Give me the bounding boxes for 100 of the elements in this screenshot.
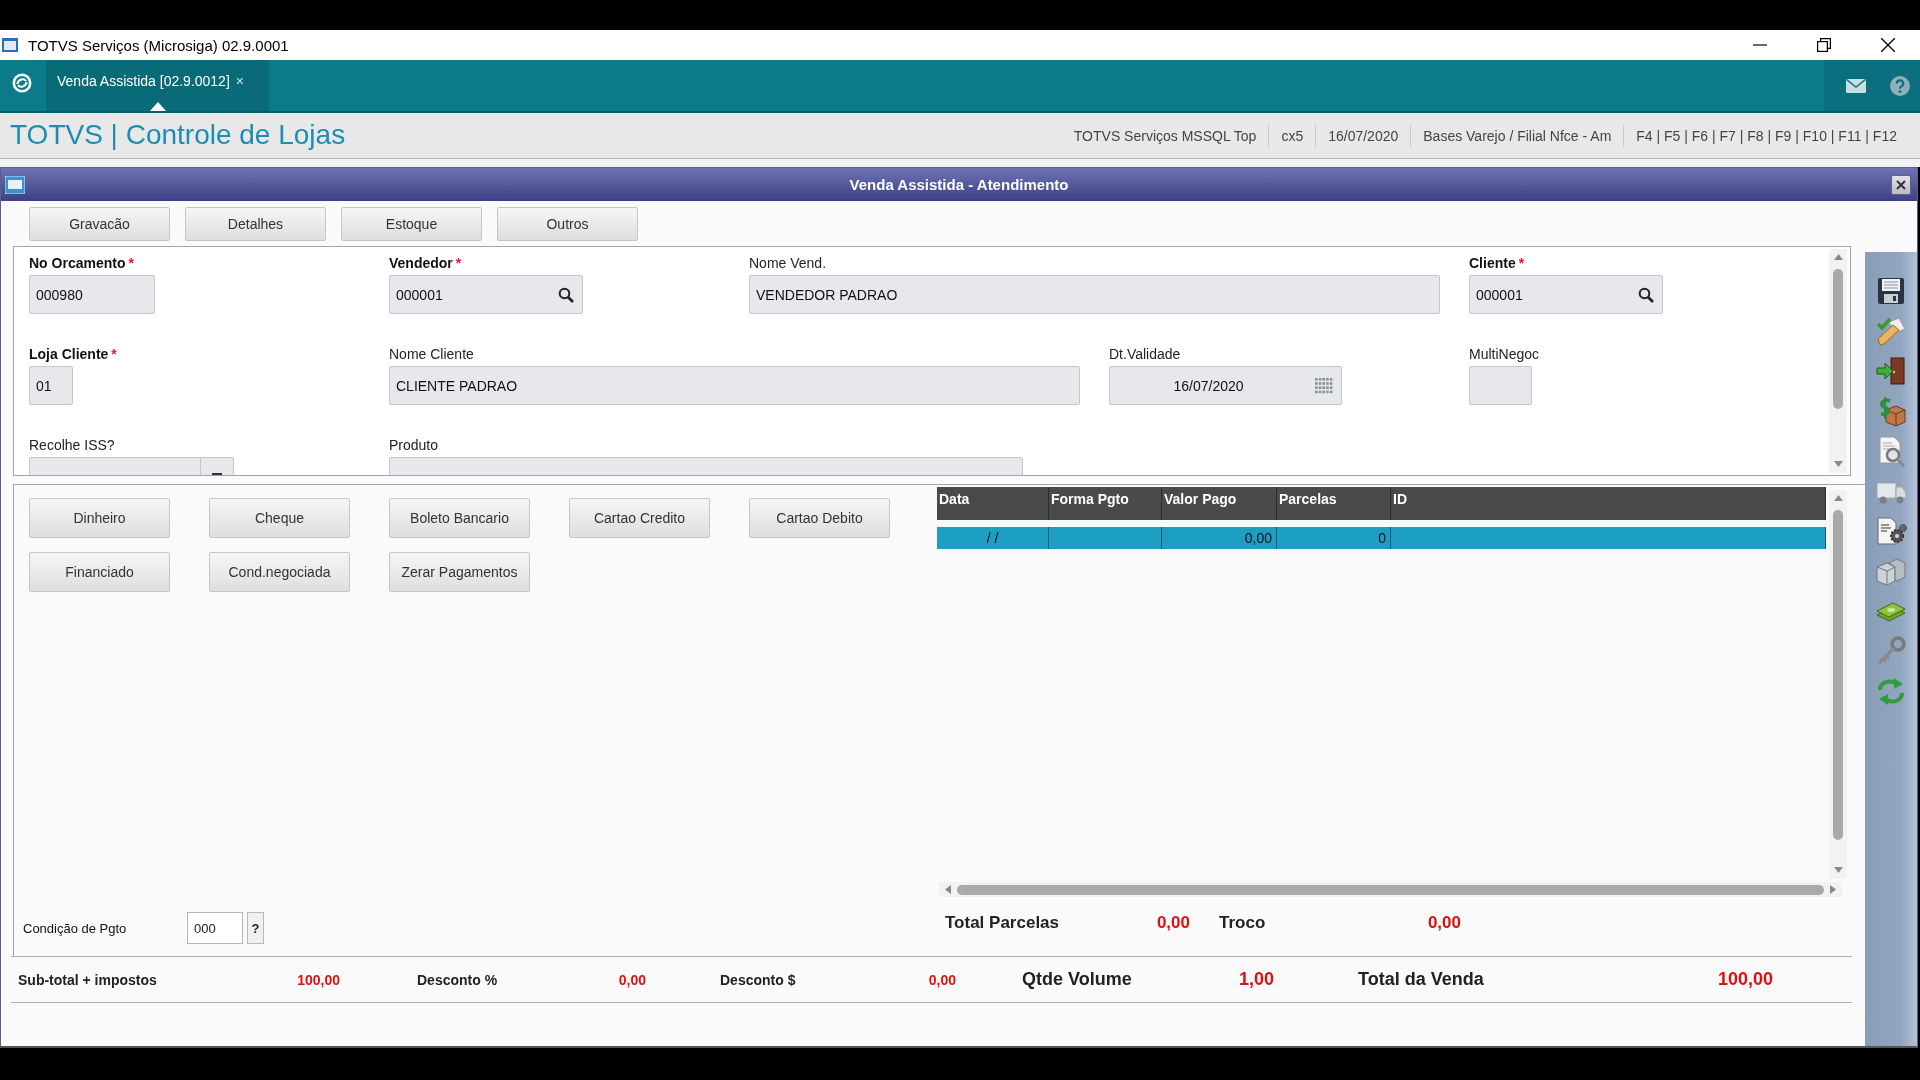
field-label: MultiNegoc — [1469, 346, 1540, 362]
column-header: Parcelas — [1277, 487, 1391, 520]
tab-close-button[interactable]: × — [235, 73, 244, 89]
table-cell: / / — [937, 527, 1049, 549]
table-cell: 0,00 — [1162, 527, 1277, 549]
field-label: Cliente — [1469, 255, 1516, 271]
lookup-field[interactable]: 000001 — [389, 275, 583, 314]
field-label: Vendedor — [389, 255, 453, 271]
dropdown-icon — [212, 472, 222, 475]
scroll-down-icon[interactable] — [1833, 867, 1843, 873]
window-title: TOTVS Serviços (Microsiga) 02.9.0001 — [28, 36, 289, 54]
text-field[interactable]: 01 — [29, 366, 73, 405]
app-title: TOTVS | Controle de Lojas — [10, 118, 346, 152]
total-value: 0,00 — [1156, 913, 1190, 933]
door-arrow-icon[interactable] — [1875, 355, 1907, 387]
scroll-right-icon[interactable] — [1830, 885, 1836, 894]
summary-label: Desconto $ — [720, 971, 796, 988]
pencil-check-icon[interactable] — [1875, 315, 1907, 347]
summary-label: Sub-total + impostos — [18, 971, 157, 988]
search-icon[interactable] — [558, 287, 574, 303]
help-button[interactable]: ? — [247, 912, 264, 944]
condition-label: Condição de Pgto — [23, 920, 128, 936]
field-label: No Orcamento — [29, 255, 126, 271]
condition-field[interactable]: 000 — [187, 912, 243, 944]
payment-button[interactable]: Zerar Pagamentos — [389, 552, 530, 592]
text-field[interactable] — [1469, 366, 1532, 405]
scrollbar-thumb[interactable] — [1833, 510, 1843, 840]
column-header: ID — [1391, 487, 1826, 520]
header-info: 16/07/2020 — [1315, 124, 1411, 147]
scroll-left-icon[interactable] — [945, 885, 951, 894]
field-label: Recolhe ISS? — [29, 437, 115, 453]
field-label: Nome Vend. — [749, 255, 827, 271]
restore-icon[interactable] — [1817, 38, 1831, 52]
lookup-field[interactable]: 000001 — [1469, 275, 1663, 314]
close-icon[interactable] — [1896, 179, 1906, 190]
summary-value: 100,00 — [1717, 969, 1773, 990]
vertical-scrollbar[interactable] — [1829, 490, 1847, 879]
summary-value: 0,00 — [618, 971, 646, 988]
calendar-icon[interactable] — [1315, 378, 1333, 394]
column-header: Valor Pago — [1162, 487, 1277, 520]
payment-button[interactable]: Cartao Debito — [749, 498, 890, 538]
document-gear-icon[interactable] — [1875, 515, 1907, 547]
action-button[interactable]: Detalhes — [185, 207, 326, 241]
total-label: Troco — [1219, 913, 1266, 933]
field-label: Nome Cliente — [389, 346, 474, 362]
summary-value: 100,00 — [297, 971, 340, 988]
scroll-up-icon[interactable] — [1833, 495, 1843, 501]
required-mark: * — [1518, 255, 1525, 271]
window-icon — [5, 175, 25, 194]
text-field[interactable]: VENDEDOR PADRAO — [749, 275, 1440, 314]
payment-button[interactable]: Cond.negociada — [209, 552, 350, 592]
date-field[interactable]: 16/07/2020 — [1109, 366, 1342, 405]
scrollbar-thumb[interactable] — [957, 884, 1824, 895]
payment-button[interactable]: Cartao Credito — [569, 498, 710, 538]
close-icon[interactable] — [1881, 38, 1895, 52]
scroll-up-icon[interactable] — [1833, 254, 1843, 260]
payment-button[interactable]: Boleto Bancario — [389, 498, 530, 538]
total-value: 0,00 — [1427, 913, 1461, 933]
scrollbar-thumb[interactable] — [1833, 269, 1843, 409]
payment-button[interactable]: Dinheiro — [29, 498, 170, 538]
column-header: Data — [937, 487, 1049, 520]
key-icon[interactable] — [1875, 635, 1907, 667]
payment-button[interactable]: Cheque — [209, 498, 350, 538]
text-field[interactable]: 000980 — [29, 275, 155, 314]
required-mark: * — [111, 346, 117, 362]
action-button[interactable]: Estoque — [341, 207, 482, 241]
text-field[interactable]: CLIENTE PADRAO — [389, 366, 1080, 405]
summary-value: 1,00 — [1238, 969, 1274, 990]
horizontal-scrollbar[interactable] — [939, 882, 1842, 897]
action-button[interactable]: Outros — [497, 207, 638, 241]
header-info: Bases Varejo / Filial Nfce - Am — [1410, 124, 1624, 147]
summary-label: Qtde Volume — [1022, 969, 1132, 990]
field-label: Loja Cliente — [29, 346, 109, 362]
action-button[interactable]: Gravacão — [29, 207, 170, 241]
table-row[interactable]: / / 0,00 0 — [937, 527, 1826, 549]
vertical-scrollbar[interactable] — [1829, 249, 1847, 473]
required-mark: * — [455, 255, 462, 271]
total-label: Total Parcelas — [945, 913, 1060, 933]
save-icon[interactable] — [1875, 275, 1907, 307]
payment-button[interactable]: Financiado — [29, 552, 170, 592]
column-header: Forma Pgto — [1049, 487, 1162, 520]
mail-icon[interactable] — [1846, 78, 1866, 93]
search-icon[interactable] — [1638, 287, 1654, 303]
logo-icon — [12, 73, 32, 93]
close-button[interactable] — [1891, 174, 1911, 195]
summary-label: Total da Venda — [1358, 969, 1484, 990]
header-info: cx5 — [1268, 124, 1316, 147]
required-mark: * — [128, 255, 134, 271]
scroll-down-icon[interactable] — [1833, 461, 1843, 467]
header-info: TOTVS Serviços MSSQL Top — [1072, 126, 1258, 146]
field-label: Dt.Validade — [1109, 346, 1181, 362]
dialog-title: Venda Assistida - Atendimento — [849, 176, 1069, 193]
tab[interactable]: Venda Assistida [02.9.0012] × — [46, 60, 269, 111]
summary-value: 0,00 — [928, 971, 956, 988]
summary-label: Desconto % — [417, 971, 498, 988]
header-info: F4 | F5 | F6 | F7 | F8 | F9 | F10 | F11 | F12 — [1623, 124, 1909, 147]
field-label: Produto — [389, 437, 439, 453]
help-icon[interactable] — [1890, 75, 1910, 96]
table-cell: 0 — [1277, 527, 1391, 549]
app-icon — [2, 38, 18, 52]
